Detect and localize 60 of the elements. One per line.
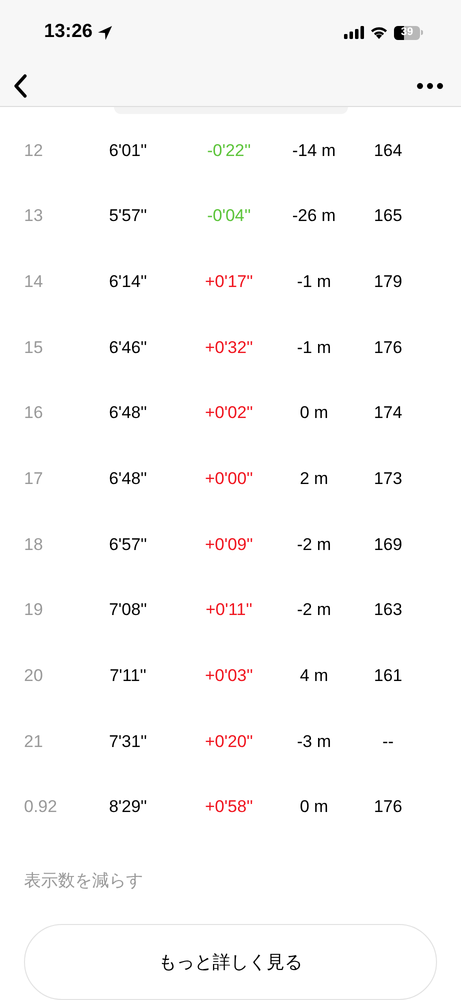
split-index: 12: [23, 140, 44, 162]
elevation-change: 0 m: [298, 402, 330, 424]
split-pace: 7'11'': [108, 665, 148, 688]
split-pace: 7'08'': [108, 599, 148, 622]
heart-rate: 165: [372, 205, 404, 228]
split-index: 15: [23, 336, 44, 359]
pace-difference: +0'17'': [204, 270, 254, 293]
split-index: 13: [23, 205, 44, 228]
elevation-change: -1 m: [296, 336, 332, 359]
split-index: 17: [23, 468, 44, 490]
pace-difference: +0'32'': [204, 336, 254, 359]
elevation-change: 2 m: [298, 468, 330, 490]
pace-difference: +0'11'': [204, 599, 254, 622]
heart-rate: 163: [372, 599, 404, 622]
elevation-change: -2 m: [296, 534, 332, 556]
heart-rate: 173: [372, 468, 404, 490]
split-pace: 5'57'': [108, 205, 148, 228]
heart-rate: 174: [372, 402, 404, 424]
elevation-change: -1 m: [296, 270, 332, 293]
pace-difference: +0'20'': [204, 730, 254, 753]
pace-difference: +0'03'': [204, 665, 254, 688]
pace-difference: +0'00'': [204, 468, 254, 490]
heart-rate: 161: [372, 665, 404, 688]
heart-rate: 164: [372, 140, 404, 162]
split-pace: 6'01'': [108, 140, 148, 162]
more-details-button[interactable]: もっと詳しく見る: [24, 924, 437, 1000]
split-index: 18: [23, 534, 44, 556]
heart-rate: 176: [372, 796, 404, 818]
heart-rate: --: [381, 730, 395, 753]
elevation-change: -26 m: [291, 205, 337, 228]
elevation-change: -3 m: [296, 730, 332, 753]
elevation-change: 0 m: [298, 796, 330, 818]
split-index: 21: [23, 730, 44, 753]
wifi-icon: [370, 26, 388, 39]
split-index: 16: [23, 402, 44, 424]
heart-rate: 176: [372, 336, 404, 359]
split-pace: 6'48'': [108, 468, 148, 490]
pace-difference: +0'09'': [204, 534, 254, 556]
elevation-change: 4 m: [298, 665, 330, 688]
pace-difference: +0'02'': [204, 402, 254, 424]
split-pace: 8'29'': [108, 796, 148, 818]
split-index: 14: [23, 270, 44, 293]
split-pace: 6'46'': [108, 336, 148, 359]
heart-rate: 169: [372, 534, 404, 556]
location-arrow-icon: [96, 24, 113, 40]
pace-difference: +0'58'': [204, 796, 254, 818]
heart-rate: 179: [372, 270, 404, 293]
pace-difference: -0'22'': [206, 140, 252, 162]
status-time: 13:26: [44, 20, 93, 44]
split-pace: 6'14'': [108, 270, 148, 293]
split-pace: 7'31'': [108, 730, 148, 753]
split-pace: 6'48'': [108, 402, 148, 424]
elevation-change: -14 m: [291, 140, 337, 162]
split-index: 19: [23, 599, 44, 622]
split-index: 20: [23, 665, 44, 688]
elevation-change: -2 m: [296, 599, 332, 622]
pace-difference: -0'04'': [206, 205, 252, 228]
signal-icon: [344, 26, 364, 39]
split-index: 0.92: [23, 796, 58, 818]
split-pace: 6'57'': [108, 534, 148, 556]
